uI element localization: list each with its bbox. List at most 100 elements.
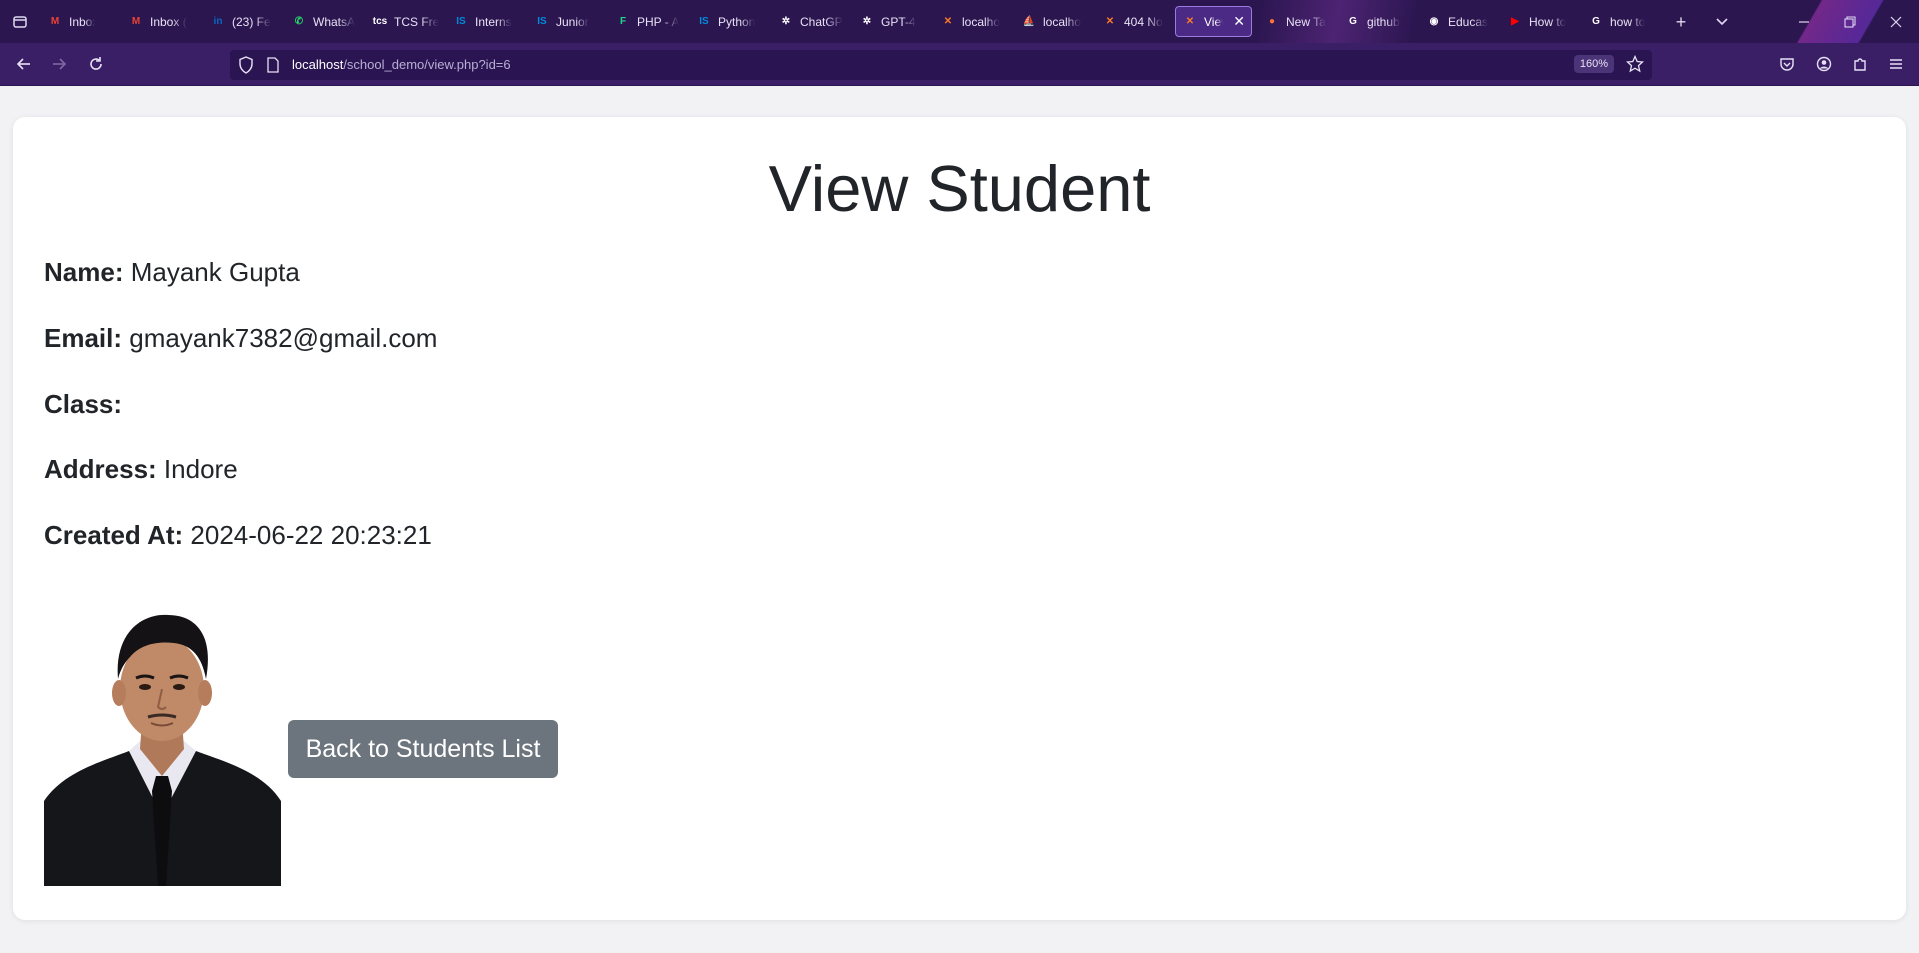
tab-6[interactable]: IS Junior [528, 6, 608, 37]
tab-label: localho [962, 14, 1001, 29]
tab-9[interactable]: ✲ ChatGP [772, 6, 852, 37]
pocket-icon[interactable] [1775, 52, 1799, 76]
student-photo [44, 601, 281, 886]
xampp-icon: ✕ [1185, 16, 1195, 27]
openai-icon: ✲ [781, 16, 791, 27]
google-icon: G [1592, 16, 1600, 27]
page-info-icon[interactable] [266, 57, 280, 78]
tcs-icon: tcs [372, 16, 388, 27]
tab-8[interactable]: IS Python [690, 6, 770, 37]
new-tab-plus-icon[interactable]: + [1669, 10, 1693, 34]
browser-tab-bar: M Inbox ( M Inbox ( in (23) Fe ✆ WhatsA tcs TCS F… [0, 0, 1919, 43]
bookmark-star-icon[interactable] [1625, 54, 1645, 78]
email-value: gmayank7382@gmail.com [122, 323, 438, 353]
zoom-level-badge[interactable]: 160% [1573, 55, 1614, 73]
created-at-label: Created At: [44, 520, 184, 550]
back-to-students-list-button[interactable]: Back to Students List [288, 720, 558, 778]
close-tab-icon[interactable]: ✕ [1233, 13, 1245, 30]
browser-nav-bar: localhost/school_demo/view.php?id=6 160% [0, 43, 1919, 86]
tab-11[interactable]: ✕ localho [934, 6, 1014, 37]
youtube-icon: ▶ [1511, 16, 1519, 27]
google-icon: G [1349, 16, 1357, 27]
address-bar[interactable]: localhost/school_demo/view.php?id=6 160% [230, 50, 1652, 80]
class-field: Class: [44, 389, 122, 420]
tab-label: WhatsA [313, 14, 356, 29]
tab-label: (23) Fe [232, 14, 271, 29]
back-arrow-icon[interactable] [12, 52, 36, 76]
tab-3[interactable]: ✆ WhatsA [285, 6, 365, 37]
created-at-value: 2024-06-22 20:23:21 [183, 520, 432, 550]
tab-label: github [1367, 14, 1400, 29]
tab-15[interactable]: ● New Ta [1258, 6, 1338, 37]
tab-label: 404 No [1124, 14, 1163, 29]
address-label: Address: [44, 454, 157, 484]
xampp-icon: ✕ [1105, 16, 1115, 27]
tab-7[interactable]: F PHP - A [609, 6, 689, 37]
tracking-protection-shield-icon[interactable] [238, 56, 254, 79]
phpstorm-icon: F [619, 16, 627, 27]
tab-13[interactable]: ✕ 404 No [1096, 6, 1176, 37]
tab-5[interactable]: IS Interns [447, 6, 527, 37]
internshala-icon: IS [537, 16, 547, 27]
class-label: Class: [44, 389, 123, 419]
openai-icon: ✲ [862, 16, 872, 27]
xampp-icon: ✕ [943, 16, 953, 27]
reload-icon[interactable] [84, 52, 108, 76]
gmail-icon: M [50, 16, 60, 27]
name-value: Mayank Gupta [123, 257, 300, 287]
internshala-icon: IS [456, 16, 466, 27]
tab-label: localho [1043, 14, 1082, 29]
tab-19[interactable]: Ghow to [1582, 6, 1662, 37]
email-field: Email: gmayank7382@gmail.com [44, 323, 437, 354]
tab-label: Junior [556, 14, 589, 29]
email-label: Email: [44, 323, 123, 353]
tab-label: Inbox ( [69, 14, 95, 29]
tab-4[interactable]: tcs TCS Fre [366, 6, 446, 37]
tab-10[interactable]: ✲ GPT-4 [853, 6, 933, 37]
name-label: Name: [44, 257, 124, 287]
tab-label: How to [1529, 14, 1567, 29]
internshala-icon: IS [699, 16, 709, 27]
account-icon[interactable] [1812, 52, 1836, 76]
tab-1[interactable]: M Inbox ( [122, 6, 194, 37]
github-icon: ◉ [1429, 16, 1439, 27]
tab-label: GPT-4 [881, 14, 916, 29]
tab-label: Educas [1448, 14, 1489, 29]
name-field: Name: Mayank Gupta [44, 257, 300, 288]
address-value: Indore [156, 454, 238, 484]
created-at-field: Created At: 2024-06-22 20:23:21 [44, 520, 432, 551]
tab-label: View [1204, 14, 1223, 29]
tab-17[interactable]: ◉ Educas [1420, 6, 1500, 37]
tab-0[interactable]: M Inbox ( [41, 6, 101, 37]
address-field: Address: Indore [44, 454, 238, 485]
restore-icon[interactable] [1838, 10, 1862, 34]
linkedin-icon: in [213, 16, 223, 27]
extensions-icon[interactable] [1848, 52, 1872, 76]
firefox-icon: ● [1268, 16, 1276, 27]
url-path: /school_demo/view.php?id=6 [343, 57, 511, 72]
tab-16[interactable]: Ggithub [1339, 6, 1419, 37]
url-host: localhost [292, 57, 344, 72]
tab-label: TCS Fre [394, 14, 440, 29]
tab-14[interactable]: ✕ View ✕ [1175, 6, 1252, 37]
tab-2[interactable]: in (23) Fe [204, 6, 284, 37]
tab-18[interactable]: ▶ How to [1501, 6, 1581, 37]
close-window-icon[interactable] [1884, 10, 1908, 34]
minimize-icon[interactable] [1792, 10, 1816, 34]
url-text[interactable]: localhost/school_demo/view.php?id=6 [292, 57, 511, 72]
firefox-view-icon[interactable] [8, 10, 32, 34]
tab-label: ChatGP [800, 14, 843, 29]
tab-label: Inbox ( [150, 14, 187, 29]
tab-label: New Ta [1286, 14, 1326, 29]
gmail-icon: M [131, 16, 141, 27]
forward-arrow-icon[interactable] [47, 52, 71, 76]
list-all-tabs-chevron-icon[interactable] [1710, 10, 1734, 34]
tab-label: Interns [475, 14, 512, 29]
tab-12[interactable]: ⛵ localho [1015, 6, 1095, 37]
tab-label: how to [1610, 14, 1646, 29]
student-card: View Student Name: Mayank Gupta Email: g… [13, 117, 1906, 920]
hamburger-menu-icon[interactable] [1884, 52, 1908, 76]
tab-label: PHP - A [637, 14, 680, 29]
whatsapp-icon: ✆ [294, 16, 304, 27]
tab-label: Python [718, 14, 756, 29]
